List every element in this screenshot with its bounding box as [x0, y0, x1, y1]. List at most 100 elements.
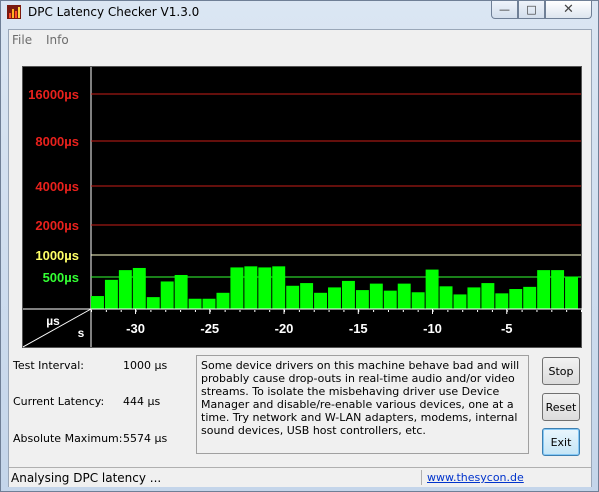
stop-button[interactable]: Stop	[542, 357, 580, 385]
x-minor-tick	[536, 310, 538, 312]
menu-bar: File Info	[9, 30, 591, 50]
x-tick-label: -15	[349, 321, 368, 336]
test-interval-label: Test Interval:	[13, 359, 84, 372]
x-unit-label: s	[78, 326, 85, 340]
x-minor-tick	[150, 310, 152, 312]
exit-button[interactable]: Exit	[542, 428, 580, 456]
x-minor-tick	[194, 310, 196, 312]
latency-bar	[341, 280, 355, 309]
current-latency-label: Current Latency:	[13, 395, 105, 408]
x-minor-tick	[165, 310, 167, 312]
x-minor-tick	[254, 310, 256, 312]
x-tick-label: -30	[126, 321, 145, 336]
title-bar[interactable]: DPC Latency Checker V1.3.0 — □ ✕	[1, 1, 598, 25]
x-minor-tick	[417, 310, 419, 312]
latency-bar	[355, 290, 369, 309]
y-tick-label: 16000µs	[28, 87, 79, 102]
x-minor-tick	[120, 310, 122, 312]
maximize-icon: □	[526, 3, 537, 16]
latency-bar	[383, 290, 397, 309]
x-minor-tick	[298, 310, 300, 312]
x-minor-tick	[328, 310, 330, 312]
latency-chart: 16000µs 8000µs 4000µs 2000µs 1000µs 500µs µs s -…	[22, 66, 583, 348]
latency-bar	[411, 292, 425, 309]
x-minor-tick	[581, 310, 582, 312]
info-message: Some device drivers on this machine beha…	[196, 355, 529, 454]
latency-bar	[216, 292, 230, 309]
x-tick-label: -20	[275, 321, 294, 336]
latency-bar	[286, 285, 300, 309]
latency-bar	[481, 283, 495, 309]
latency-chart-svg: 16000µs 8000µs 4000µs 2000µs 1000µs 500µs µs s -…	[23, 67, 583, 348]
test-interval-value: 1000 µs	[123, 359, 168, 372]
x-minor-tick	[91, 310, 92, 312]
x-minor-tick	[284, 310, 286, 312]
client-area: File Info 16000µs 8000µs 4000µs 2000µs 1000µ…	[8, 29, 592, 487]
x-minor-tick	[477, 310, 479, 312]
website-link[interactable]: www.thesycon.de	[427, 471, 524, 484]
latency-bar	[425, 269, 439, 309]
x-minor-tick	[447, 310, 449, 312]
x-minor-tick	[209, 310, 211, 312]
latency-bar	[551, 270, 565, 309]
x-minor-tick	[313, 310, 315, 312]
latency-bar	[230, 267, 244, 309]
latency-bar	[397, 283, 411, 309]
x-tick-label: -25	[200, 321, 219, 336]
menu-file[interactable]: File	[12, 33, 32, 47]
x-tick-label: -5	[501, 321, 513, 336]
maximize-button[interactable]: □	[518, 1, 545, 19]
latency-bar	[272, 266, 286, 309]
latency-bar	[328, 287, 341, 309]
app-window: DPC Latency Checker V1.3.0 — □ ✕ File In…	[0, 0, 599, 492]
latency-bar	[160, 281, 174, 309]
x-tick-label: -10	[423, 321, 442, 336]
status-text: Analysing DPC latency ...	[11, 471, 162, 485]
x-minor-tick	[566, 310, 568, 312]
y-tick-label: 4000µs	[35, 179, 79, 194]
x-minor-tick	[551, 310, 553, 312]
absolute-maximum-value: 5574 µs	[123, 432, 168, 445]
x-minor-tick	[491, 310, 493, 312]
x-minor-tick	[432, 310, 434, 312]
y-tick-label: 8000µs	[35, 134, 79, 149]
absolute-maximum-label: Absolute Maximum:	[13, 432, 123, 445]
close-button[interactable]: ✕	[545, 1, 592, 19]
y-tick-label: 500µs	[43, 270, 79, 285]
x-minor-tick	[462, 310, 464, 312]
reset-button[interactable]: Reset	[542, 393, 580, 421]
x-minor-tick	[180, 310, 182, 312]
x-minor-tick	[387, 310, 389, 312]
latency-bar	[202, 298, 216, 309]
y-tick-label: 1000µs	[35, 248, 79, 263]
latency-bar	[439, 286, 453, 309]
latency-bar	[104, 279, 118, 309]
latency-bar	[314, 292, 328, 309]
current-latency-value: 444 µs	[123, 395, 161, 408]
window-title: DPC Latency Checker V1.3.0	[28, 5, 200, 19]
latency-bar	[132, 267, 146, 309]
close-icon: ✕	[563, 2, 574, 17]
x-minor-tick	[373, 310, 375, 312]
latency-bar	[509, 289, 523, 309]
x-minor-tick	[269, 310, 271, 312]
latency-bar	[118, 270, 132, 309]
latency-bar	[537, 270, 551, 309]
latency-bar	[244, 266, 258, 309]
x-minor-tick	[402, 310, 404, 312]
latency-bar	[453, 294, 467, 309]
minimize-button[interactable]: —	[491, 1, 518, 19]
minimize-icon: —	[499, 3, 510, 16]
latency-bar	[565, 276, 578, 309]
x-minor-tick	[239, 310, 241, 312]
y-tick-label: 2000µs	[35, 218, 79, 233]
latency-bar	[300, 283, 314, 309]
y-unit-label: µs	[46, 314, 60, 328]
x-minor-tick	[506, 310, 508, 312]
latency-bar	[467, 287, 481, 309]
latency-bar	[495, 293, 509, 309]
x-minor-tick	[105, 310, 107, 312]
x-minor-tick	[358, 310, 360, 312]
menu-info[interactable]: Info	[46, 33, 69, 47]
x-minor-tick	[343, 310, 345, 312]
